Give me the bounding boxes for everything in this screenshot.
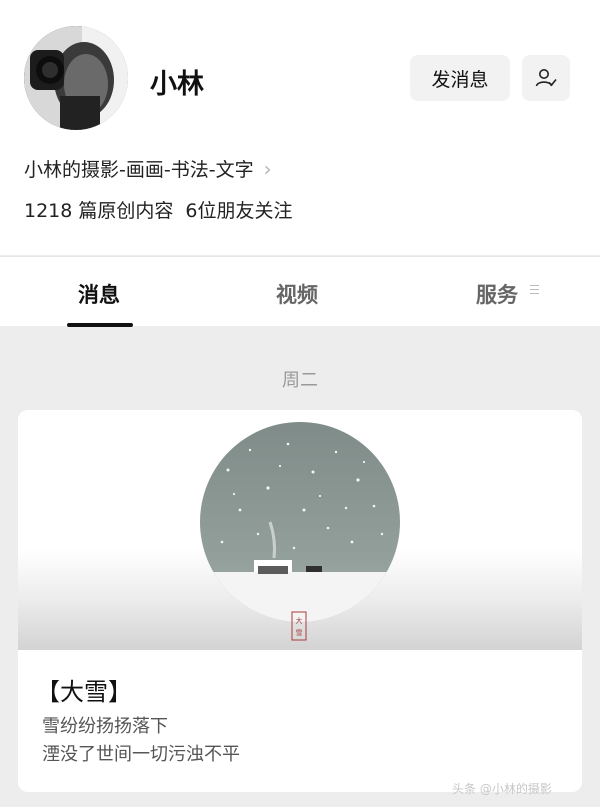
article-count: 1218 篇原创内容 xyxy=(24,200,174,222)
description-text: 小林的摄影-画画-书法-文字 xyxy=(24,159,254,181)
article-summary-line-1: 雪纷纷扬扬落下 xyxy=(42,716,168,737)
active-tab-indicator xyxy=(67,323,133,327)
seal-text-1: 大 xyxy=(296,616,303,625)
tab-messages[interactable]: 消息 xyxy=(78,279,120,309)
account-stats: 1218 篇原创内容 6位朋友关注 xyxy=(24,196,293,223)
article-card[interactable]: 大 雪 【大雪】 雪纷纷扬扬落下 湮没了世间一切污浊不平 xyxy=(18,410,582,792)
avatar[interactable] xyxy=(24,26,128,130)
menu-icon xyxy=(530,285,539,297)
profile-name: 小林 xyxy=(150,69,204,100)
friends-following: 6位朋友关注 xyxy=(185,200,293,222)
chevron-right-icon: › xyxy=(263,156,272,181)
watermark: 头条 @小林的摄影 xyxy=(452,782,552,796)
seal-text-2: 雪 xyxy=(296,629,303,637)
article-cover-image: 大 雪 xyxy=(18,410,582,650)
tab-services[interactable]: 服务 xyxy=(476,279,518,309)
article-summary-line-2: 湮没了世间一切污浊不平 xyxy=(42,744,240,765)
article-title: 【大雪】 xyxy=(36,678,132,706)
tab-bar: 消息 视频 服务 xyxy=(0,256,600,327)
tab-videos[interactable]: 视频 xyxy=(276,279,318,309)
account-description[interactable]: 小林的摄影-画画-书法-文字 › xyxy=(24,155,272,182)
profile-header: 小林 发消息 小林的摄影-画画-书法-文字 › 1218 篇原创内容 6位朋友关… xyxy=(0,0,600,255)
date-label: 周二 xyxy=(282,370,318,391)
follow-status-button[interactable] xyxy=(522,55,570,101)
user-check-icon xyxy=(535,69,557,87)
send-message-button[interactable]: 发消息 xyxy=(410,55,510,101)
send-message-label: 发消息 xyxy=(431,68,489,91)
avatar-image xyxy=(24,26,128,130)
